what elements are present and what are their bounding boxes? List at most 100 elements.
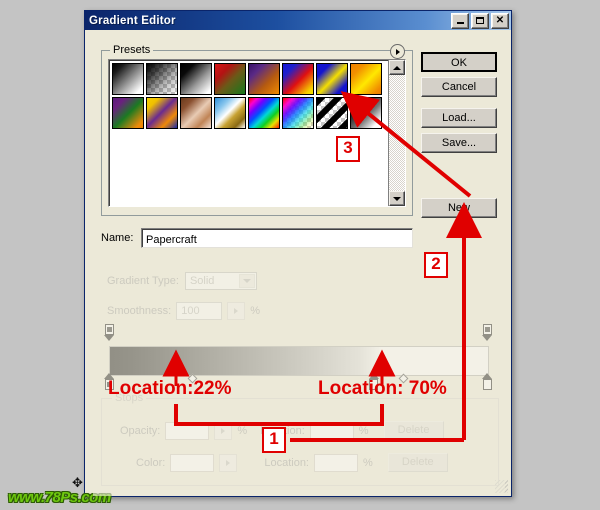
smoothness-spinner-button[interactable] [227,302,246,320]
scroll-down-arrow-icon [393,196,401,201]
stops-group: Stops Opacity: % Location: % Delete Colo… [101,392,499,486]
ok-button[interactable]: OK [421,52,497,72]
preset-swatch[interactable] [180,97,212,129]
title-bar[interactable]: Gradient Editor ✕ [85,11,511,30]
color-delete-button[interactable]: Delete [387,453,448,472]
opacity-location-label: Location: [260,424,305,437]
preset-swatch[interactable] [146,63,178,95]
load-button[interactable]: Load... [421,108,497,128]
preset-swatch[interactable] [282,97,314,129]
opacity-input[interactable] [165,421,210,440]
preset-swatch[interactable] [112,97,144,129]
color-stop-handle[interactable] [368,373,379,392]
preset-swatch-fill [113,98,143,128]
preset-swatch-fill [181,64,211,94]
color-location-input[interactable] [314,453,358,472]
color-swatch-button[interactable] [170,453,215,472]
scrollbar-track[interactable] [389,75,405,191]
chevron-down-icon[interactable] [238,274,255,288]
window-title: Gradient Editor [89,14,176,27]
preset-swatch-fill [283,98,313,128]
preset-swatch[interactable] [248,63,280,95]
preset-swatch[interactable] [316,63,348,95]
opacity-stop-pin [482,324,492,335]
color-stop-pin [104,379,114,390]
opacity-stop-pin [104,324,114,335]
name-label: Name: [101,232,134,244]
preset-swatch-area [109,60,388,206]
smoothness-row: Smoothness: 100 % [107,302,260,320]
close-button[interactable]: ✕ [491,12,509,29]
gradient-type-label: Gradient Type: [107,275,179,287]
preset-swatch-fill [351,98,381,128]
opacity-stop-handle[interactable] [104,324,115,343]
smoothness-unit: % [250,305,260,317]
save-button[interactable]: Save... [421,133,497,153]
preset-swatch-fill [317,64,347,94]
color-picker-button[interactable] [219,453,238,472]
right-triangle-icon [234,308,239,314]
dialog-body: Presets OK Cancel Load... Save... New Na… [85,30,511,496]
color-stop-handle[interactable] [104,373,115,392]
minimize-icon [456,22,464,24]
presets-scrollbar[interactable] [388,60,405,206]
opacity-delete-button[interactable]: Delete [383,421,444,440]
color-stop-handle[interactable] [482,373,493,392]
minimize-button[interactable] [451,12,469,29]
window-controls: ✕ [451,12,509,29]
preset-swatch[interactable] [112,63,144,95]
preset-swatch[interactable] [282,63,314,95]
scroll-down-button[interactable] [389,191,405,206]
color-stop-pin [369,379,379,390]
preset-swatch-fill [249,98,279,128]
resize-grip[interactable] [495,480,508,493]
chevron-down-glyph [242,279,251,283]
stops-label: Stops [112,392,147,404]
preset-swatch-fill [147,64,177,94]
preset-swatch-fill [113,64,143,94]
preset-swatch[interactable] [146,97,178,129]
preset-swatch[interactable] [316,97,348,129]
gradient-preview-bar[interactable] [109,346,489,376]
cancel-button[interactable]: Cancel [421,77,497,97]
preset-swatch-fill [283,64,313,94]
preset-swatch[interactable] [180,63,212,95]
maximize-button[interactable] [471,12,489,29]
gradient-type-value: Solid [189,275,215,287]
gradient-name-input[interactable] [141,228,413,248]
gradient-type-row: Gradient Type: Solid [107,272,257,290]
site-watermark: www.78Ps.com [8,489,111,506]
preset-swatch[interactable] [350,97,382,129]
preset-swatch-fill [181,98,211,128]
gradient-type-select[interactable]: Solid [184,272,257,290]
opacity-location-input[interactable] [309,421,354,440]
preset-swatch-fill [249,64,279,94]
preset-swatch-fill [147,98,177,128]
preset-swatch[interactable] [214,97,246,129]
preset-swatch[interactable] [214,63,246,95]
opacity-stop-row: Opacity: % Location: % Delete [120,421,444,440]
preset-swatch-fill [215,98,245,128]
preset-swatch[interactable] [350,63,382,95]
color-location-unit: % [363,456,373,469]
gradient-preview-area [101,324,497,394]
smoothness-input[interactable]: 100 [176,302,223,320]
opacity-spinner-button[interactable] [214,421,233,440]
preset-swatch[interactable] [248,97,280,129]
opacity-location-unit: % [358,424,369,437]
opacity-stop-handle[interactable] [482,324,493,343]
opacity-stop-tip [104,335,114,341]
color-stop-pin [482,379,492,390]
new-button[interactable]: New [421,198,497,218]
scroll-up-arrow-icon [393,65,401,70]
name-row: Name: [101,228,501,250]
color-location-label: Location: [264,456,309,469]
maximize-icon [476,17,484,24]
preset-swatch-fill [351,64,381,94]
presets-list[interactable] [108,59,406,207]
presets-menu-icon[interactable] [390,44,405,59]
scroll-up-button[interactable] [389,60,405,75]
preset-swatch-fill [215,64,245,94]
gradient-editor-dialog: Gradient Editor ✕ Presets OK Cancel Load… [84,10,512,497]
color-label: Color: [136,456,166,469]
